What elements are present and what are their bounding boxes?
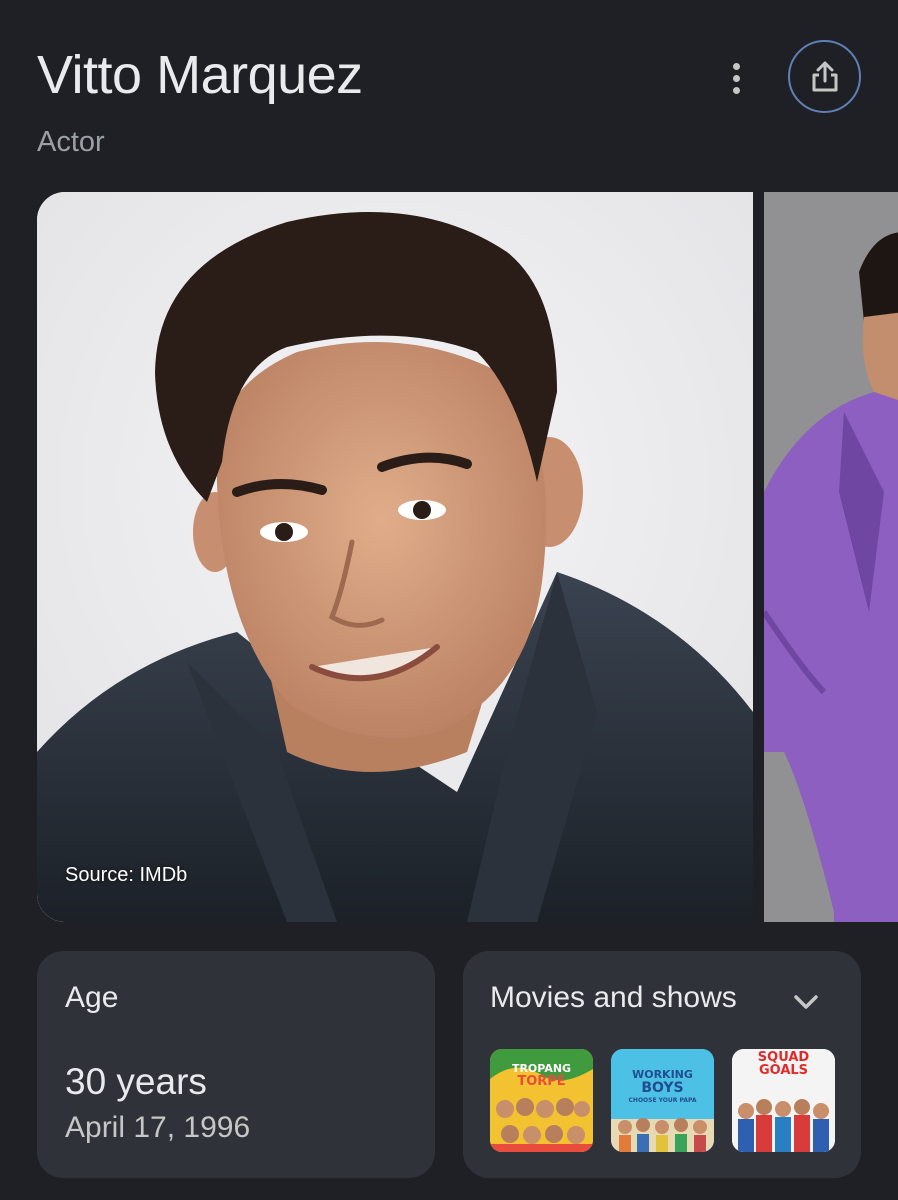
share-icon (812, 61, 837, 91)
dot-icon (732, 62, 740, 70)
page-subtitle: Actor (37, 126, 105, 158)
movie-thumbnail-working-boys[interactable]: WORKING BOYS CHOOSE YOUR PAPA (611, 1049, 714, 1152)
poster-title-line2: TORPE (517, 1074, 566, 1089)
age-card[interactable]: Age 30 years April 17, 1996 (37, 951, 435, 1178)
chevron-down-icon[interactable] (789, 985, 823, 1019)
movies-card[interactable]: Movies and shows TROPANG TORPE WORKING B… (463, 951, 861, 1178)
second-photo[interactable] (764, 192, 898, 922)
poster-tagline: CHOOSE YOUR PAPA (628, 1097, 697, 1104)
second-photo-image (764, 192, 898, 922)
portrait-image (37, 192, 753, 922)
poster-title-line2: BOYS (641, 1080, 684, 1096)
share-button[interactable] (788, 40, 861, 113)
dot-icon (732, 86, 740, 94)
movies-label: Movies and shows (490, 981, 737, 1014)
movie-thumbnail-tropang-torpe[interactable]: TROPANG TORPE (490, 1049, 593, 1152)
dot-icon (732, 74, 740, 82)
poster-title-line2: GOALS (758, 1063, 809, 1078)
page-title: Vitto Marquez (37, 45, 363, 105)
birthdate: April 17, 1996 (65, 1111, 251, 1144)
age-label: Age (65, 981, 119, 1014)
age-value: 30 years (65, 1061, 207, 1102)
image-gallery[interactable]: Source: IMDb (37, 192, 898, 922)
more-options-button[interactable] (710, 52, 762, 104)
knowledge-panel: Vitto Marquez Actor Source: IMDb Age 30 … (0, 0, 898, 1200)
main-photo[interactable]: Source: IMDb (37, 192, 753, 922)
movie-thumbnail-squad-goals[interactable]: SQUAD GOALS (732, 1049, 835, 1152)
image-source-label: Source: IMDb (65, 864, 188, 886)
